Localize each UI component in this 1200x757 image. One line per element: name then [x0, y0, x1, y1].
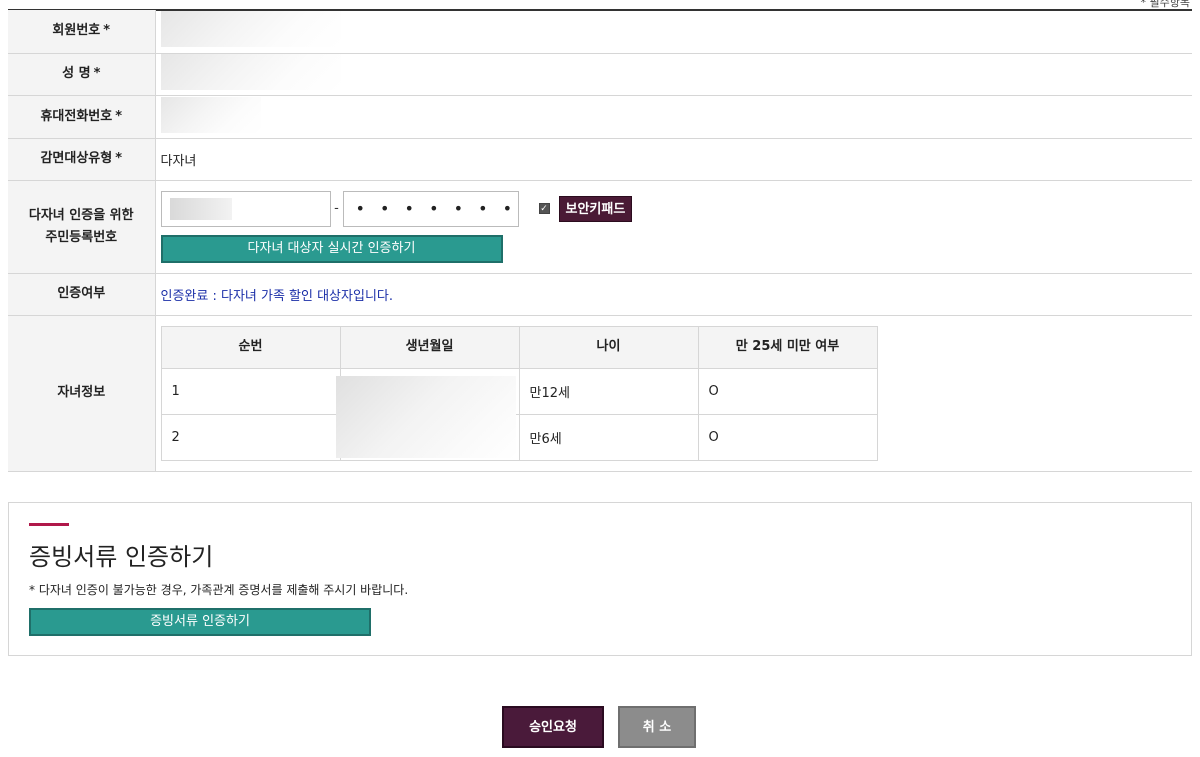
realtime-auth-button[interactable]: 다자녀 대상자 실시간 인증하기 — [160, 234, 503, 263]
name-value — [155, 53, 1192, 96]
col-header-no: 순번 — [160, 325, 341, 369]
child-under25: O — [697, 413, 878, 461]
secure-keypad-button[interactable]: 보안키패드 — [558, 195, 633, 222]
phone-label: 휴대전화번호 * — [8, 95, 156, 139]
name-label: 성 명 * — [8, 53, 156, 96]
col-header-birth: 생년월일 — [339, 325, 520, 369]
ssn-cell: - • • • • • • • ✓ 보안키패드 다자녀 대상자 실시간 인증하기 — [155, 180, 1192, 274]
name-blurred — [160, 54, 341, 90]
document-section-note: * 다자녀 인증이 불가능한 경우, 가족관계 증명서를 제출해 주시기 바랍니… — [29, 583, 409, 597]
table-row: 2 만6세 O — [160, 413, 878, 461]
member-no-blurred — [160, 11, 341, 48]
phone-value — [155, 95, 1192, 139]
col-header-age: 나이 — [518, 325, 699, 369]
auth-status-label: 인증여부 — [8, 273, 156, 316]
discount-type-label: 감면대상유형 * — [8, 138, 156, 181]
keypad-checkbox[interactable]: ✓ — [538, 203, 550, 214]
member-form-table: 회원번호 * 성 명 * 휴대전화번호 * 감면대상유형 * 다자녀 다자녀 인증을 위… — [8, 10, 1192, 472]
ssn-label: 다자녀 인증을 위한 주민등록번호 — [8, 180, 156, 274]
cancel-button[interactable]: 취 소 — [618, 706, 696, 748]
col-header-under25: 만 25세 미만 여부 — [697, 325, 878, 369]
child-under25: O — [697, 367, 878, 415]
ssn-back-input[interactable]: • • • • • • • — [342, 190, 519, 227]
birthdate-blurred — [336, 376, 516, 458]
secure-keypad-toggle[interactable]: ✓ 보안키패드 — [538, 195, 633, 222]
member-no-value — [155, 10, 1192, 54]
children-cell: 순번 생년월일 나이 만 25세 미만 여부 1 만12세 O 2 만6세 O — [155, 315, 1192, 472]
member-no-label: 회원번호 * — [8, 10, 156, 54]
child-age: 만6세 — [518, 413, 699, 461]
discount-type-value: 다자녀 — [155, 138, 1192, 181]
children-label: 자녀정보 — [8, 315, 156, 472]
section-accent-bar — [29, 523, 69, 526]
child-age: 만12세 — [518, 367, 699, 415]
document-auth-section: 증빙서류 인증하기 * 다자녀 인증이 불가능한 경우, 가족관계 증명서를 제… — [8, 502, 1192, 656]
child-no: 2 — [160, 413, 341, 461]
ssn-dash: - — [334, 201, 339, 216]
children-table: 순번 생년월일 나이 만 25세 미만 여부 1 만12세 O 2 만6세 O — [160, 325, 878, 461]
ssn-front-blurred — [169, 197, 232, 220]
phone-blurred — [160, 96, 261, 133]
child-no: 1 — [160, 367, 341, 415]
document-auth-button[interactable]: 증빙서류 인증하기 — [29, 608, 371, 636]
auth-status-value: 인증완료 : 다자녀 가족 할인 대상자입니다. — [160, 288, 394, 304]
ssn-front-input[interactable] — [160, 190, 331, 227]
table-row: 1 만12세 O — [160, 367, 878, 415]
document-section-title: 증빙서류 인증하기 — [29, 543, 214, 571]
approve-request-button[interactable]: 승인요청 — [502, 706, 604, 748]
